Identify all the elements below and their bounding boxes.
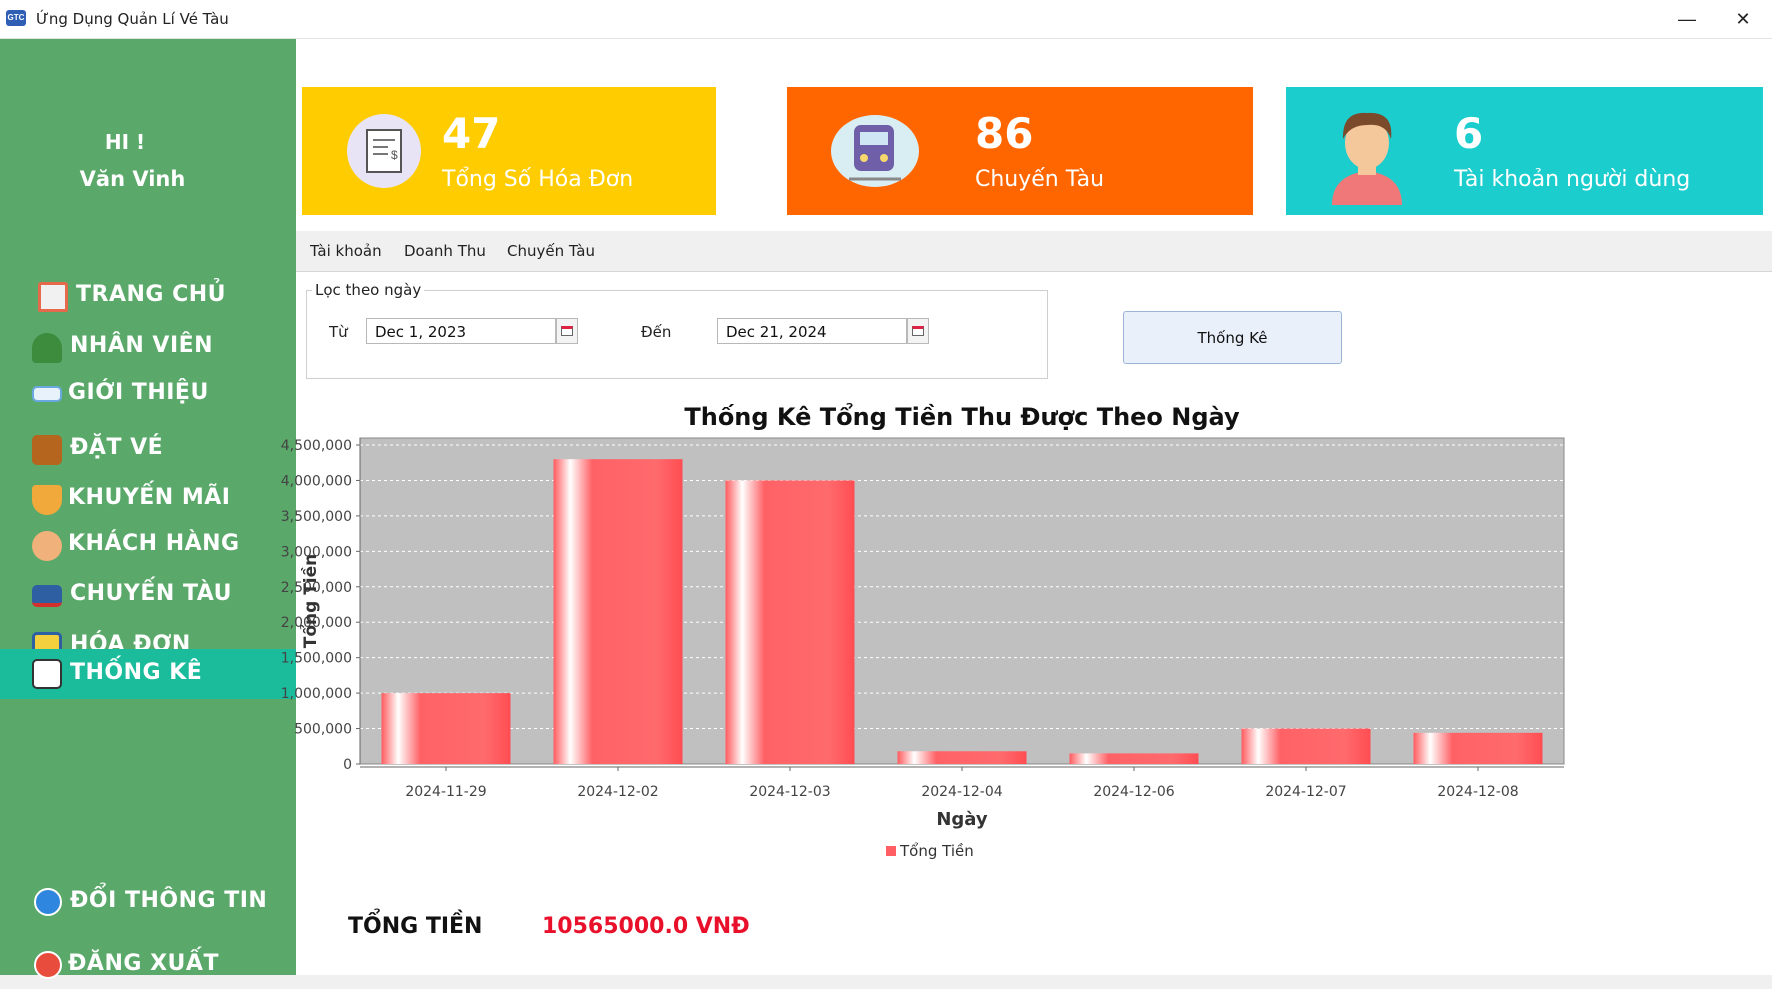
- app-logo-icon: GTC: [6, 10, 26, 26]
- y-tick-label: 500,000: [294, 722, 352, 738]
- from-label: Từ: [329, 323, 348, 341]
- sidebar-item-doi-thong-tin[interactable]: ĐỔI THÔNG TIN: [0, 878, 296, 926]
- y-tick-label: 0: [343, 757, 352, 773]
- x-tick-label: 2024-12-02: [577, 784, 658, 800]
- date-filter-legend: Lọc theo ngày: [312, 281, 425, 299]
- invoice-count-label: Tổng Số Hóa Đơn: [442, 167, 634, 192]
- revenue-bar-chart: Thống Kê Tổng Tiền Thu Được Theo Ngày 0 50…: [281, 401, 1565, 860]
- y-tick-label: 4,000,000: [281, 473, 352, 489]
- sidebar-item-label: NHÂN VIÊN: [70, 333, 214, 358]
- bar: [1413, 732, 1543, 764]
- tab-bar: Tài khoản Doanh Thu Chuyến Tàu: [296, 231, 1772, 276]
- user-avatar-icon: [1332, 112, 1402, 205]
- y-tick-label: 3,500,000: [281, 509, 352, 525]
- train-trip-count-value: 86: [975, 109, 1034, 158]
- sidebar-item-label: ĐỔI THÔNG TIN: [70, 888, 268, 913]
- sidebar-item-label: KHUYẾN MÃI: [68, 485, 231, 510]
- plot-area: [359, 437, 1565, 765]
- sidebar-item-trang-chu[interactable]: TRANG CHỦ: [0, 272, 296, 320]
- sidebar: HI ! Văn Vinh TRANG CHỦ NHÂN VIÊN GIỚI T…: [0, 39, 296, 979]
- minimize-button[interactable]: —: [1660, 0, 1714, 38]
- statistics-button[interactable]: Thống Kê: [1123, 311, 1342, 364]
- bar: [897, 751, 1027, 764]
- legend-label: Tổng Tiền: [899, 842, 974, 860]
- train-trip-card: 86 Chuyến Tàu: [787, 87, 1253, 215]
- y-tick-label: 1,000,000: [281, 686, 352, 702]
- receipt-icon: $: [347, 114, 421, 188]
- sidebar-item-thong-ke[interactable]: THỐNG KÊ: [0, 649, 296, 699]
- customers-icon: [32, 531, 62, 561]
- from-date-picker-button[interactable]: [556, 318, 578, 344]
- chart-title: Thống Kê Tổng Tiền Thu Được Theo Ngày: [684, 401, 1240, 431]
- x-axis-label: Ngày: [936, 809, 988, 830]
- close-button[interactable]: ✕: [1716, 0, 1770, 38]
- greeting-text: HI !: [104, 130, 146, 154]
- sidebar-item-label: KHÁCH HÀNG: [68, 531, 240, 556]
- bar: [553, 459, 683, 764]
- tab-doanh-thu[interactable]: Doanh Thu: [390, 242, 500, 276]
- x-tick-label: 2024-12-04: [921, 784, 1002, 800]
- sidebar-item-khach-hang[interactable]: KHÁCH HÀNG: [0, 521, 296, 569]
- bar: [1241, 728, 1371, 764]
- user-name: Văn Vinh: [79, 167, 186, 191]
- sidebar-item-label: THỐNG KÊ: [70, 660, 203, 685]
- sidebar-item-label: TRANG CHỦ: [76, 282, 227, 307]
- svg-text:$: $: [391, 148, 398, 162]
- sidebar-item-label: ĐẶT VÉ: [70, 435, 164, 460]
- y-tick-label: 1,500,000: [281, 651, 352, 667]
- house-icon: [38, 282, 68, 312]
- x-tick-label: 2024-12-08: [1437, 784, 1518, 800]
- title-bar: GTC Ứng Dụng Quản Lí Vé Tàu — ✕: [0, 0, 1772, 39]
- x-tick-label: 2024-11-29: [405, 784, 486, 800]
- chart-icon: [32, 659, 62, 689]
- calendar-icon: [912, 326, 924, 336]
- total-revenue-value: 10565000.0 VNĐ: [542, 914, 750, 939]
- sidebar-item-chuyen-tau[interactable]: CHUYẾN TÀU: [0, 571, 296, 619]
- y-axis-label: Tổng Tiền: [299, 554, 321, 649]
- sidebar-item-khuyen-mai[interactable]: KHUYẾN MÃI: [0, 475, 296, 523]
- train-trip-count-label: Chuyến Tàu: [975, 167, 1105, 192]
- sidebar-item-gioi-thieu[interactable]: GIỚI THIỆU: [0, 370, 296, 418]
- legend-swatch: [886, 846, 896, 856]
- sidebar-item-label: ĐĂNG XUẤT: [68, 951, 219, 976]
- y-tick-label: 4,500,000: [281, 438, 352, 454]
- train-icon: [831, 115, 919, 187]
- bar: [1069, 753, 1199, 764]
- to-label: Đến: [641, 323, 672, 341]
- user-count-label: Tài khoản người dùng: [1454, 167, 1691, 192]
- staff-icon: [32, 333, 62, 363]
- x-tick-label: 2024-12-03: [749, 784, 830, 800]
- x-tick-label: 2024-12-06: [1093, 784, 1174, 800]
- total-revenue-label: TỔNG TIỀN: [348, 914, 483, 939]
- id-card-icon: [32, 386, 62, 402]
- sidebar-item-dang-xuat[interactable]: ĐĂNG XUẤT: [0, 941, 296, 989]
- to-date-picker-button[interactable]: [907, 318, 929, 344]
- sidebar-item-label: GIỚI THIỆU: [68, 380, 209, 405]
- ticket-booth-icon: [32, 435, 62, 465]
- sidebar-item-nhan-vien[interactable]: NHÂN VIÊN: [0, 323, 296, 371]
- sidebar-item-label: CHUYẾN TÀU: [70, 581, 232, 606]
- bar: [725, 480, 855, 764]
- tab-chuyen-tau[interactable]: Chuyến Tàu: [507, 242, 595, 260]
- bar: [381, 693, 511, 764]
- window-title: Ứng Dụng Quản Lí Vé Tàu: [36, 10, 229, 28]
- tab-tai-khoan[interactable]: Tài khoản: [310, 242, 382, 260]
- from-date-field[interactable]: Dec 1, 2023: [366, 318, 556, 344]
- user-account-card: 6 Tài khoản người dùng: [1286, 87, 1763, 215]
- invoice-count-card: $ 47 Tổng Số Hóa Đơn: [302, 87, 716, 215]
- calendar-icon: [561, 326, 573, 336]
- x-tick-label: 2024-12-07: [1265, 784, 1346, 800]
- sidebar-item-dat-ve[interactable]: ĐẶT VÉ: [0, 425, 296, 473]
- to-date-field[interactable]: Dec 21, 2024: [717, 318, 907, 344]
- train-icon: [32, 585, 62, 607]
- invoice-count-value: 47: [442, 109, 501, 158]
- discount-tag-icon: [32, 485, 62, 515]
- info-icon: [34, 888, 62, 916]
- user-count-value: 6: [1454, 109, 1484, 158]
